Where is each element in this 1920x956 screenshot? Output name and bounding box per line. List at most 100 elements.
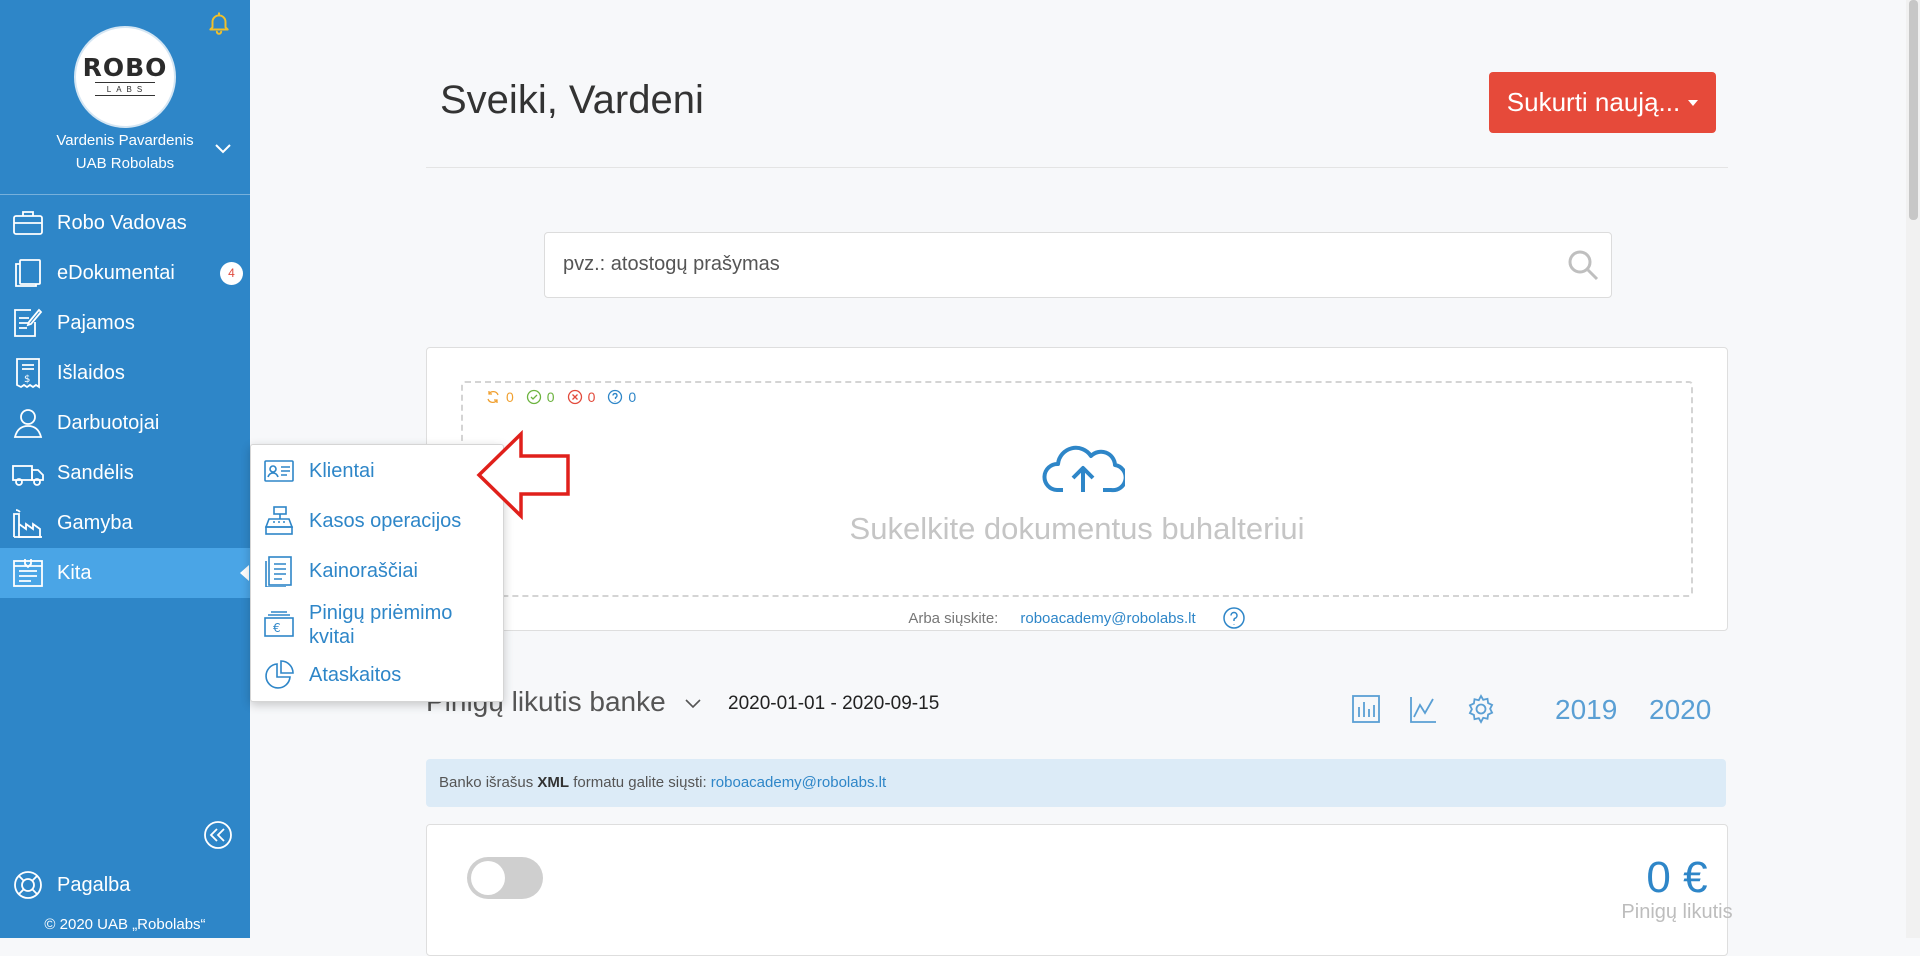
stat-rejected: 0 [567, 389, 596, 405]
page-title: Sveiki, Vardeni [440, 78, 704, 122]
question-circle-icon [608, 389, 623, 405]
caret-down-icon [1688, 99, 1699, 106]
lifebuoy-icon [14, 871, 42, 899]
stat-value: 0 [628, 389, 637, 405]
stat-unknown: 0 [607, 389, 636, 405]
stat-value: 0 [587, 389, 596, 405]
email-prefix: Arba siųskite: [908, 609, 999, 627]
sync-icon [487, 390, 499, 404]
balance-card: 0 € Pinigų likutis [426, 824, 1733, 956]
receipt-icon: $ [16, 358, 40, 389]
chevron-down-icon[interactable] [682, 692, 704, 714]
sidebar-item-label: Kita [57, 561, 92, 584]
sidebar-item-darbuotojai[interactable]: Darbuotojai [0, 398, 250, 448]
search-input[interactable]: pvz.: atostogų prašymas [544, 232, 1612, 298]
sidebar-divider [0, 194, 250, 195]
submenu-item-klientai[interactable]: Klientai [251, 451, 503, 491]
upload-stats: 0 0 0 0 [485, 389, 648, 405]
chevron-down-icon[interactable] [212, 140, 234, 158]
cloud-upload-icon [1042, 445, 1125, 493]
check-circle-icon [526, 389, 541, 405]
info-banner: Banko išrašus XML formatu galite siųsti:… [426, 759, 1726, 807]
logo-text-bottom: LABS [95, 82, 155, 96]
submenu-label: Pinigų priėmimo kvitai [309, 602, 453, 648]
balance-value: 0 € [1646, 853, 1708, 902]
cash-register-icon [264, 506, 294, 535]
tray-icon [13, 559, 43, 587]
logo-text-top: ROBO [82, 53, 168, 82]
submenu-item-kasos-operacijos[interactable]: Kasos operacijos [251, 501, 503, 541]
copyright: © 2020 UAB „Robolabs“ [44, 916, 206, 933]
submenu-label: Ataskaitos [309, 664, 402, 686]
bell-icon[interactable] [206, 10, 232, 36]
line-chart-icon[interactable] [1408, 694, 1438, 724]
documents-icon [15, 259, 41, 287]
balance-toggle[interactable] [467, 857, 543, 899]
create-new-label: Sukurti naują... [1506, 87, 1681, 117]
company-logo: ROBO LABS [74, 26, 176, 128]
year-2020[interactable]: 2020 [1649, 694, 1711, 726]
kita-submenu: Klientai Kasos operacijos Kainoraščiai €… [250, 444, 504, 702]
factory-icon [13, 509, 42, 538]
help-label: Pagalba [57, 873, 131, 896]
page-scrollbar[interactable] [1906, 0, 1920, 938]
sidebar-item-islaidos[interactable]: $ Išlaidos [0, 348, 250, 398]
create-new-button[interactable]: Sukurti naują... [1489, 72, 1716, 133]
help-link[interactable]: Pagalba [0, 862, 130, 908]
x-circle-icon [567, 389, 582, 405]
balance-label: Pinigų likutis [1621, 901, 1733, 923]
question-circle-icon[interactable] [1222, 606, 1246, 630]
search-icon[interactable] [1567, 249, 1599, 281]
sidebar-item-pajamos[interactable]: Pajamos [0, 298, 250, 348]
active-caret [240, 565, 249, 581]
stat-processing: 0 [485, 389, 514, 405]
sidebar-item-edokumentai[interactable]: eDokumentai 4 [0, 248, 250, 298]
bar-chart-icon[interactable] [1351, 694, 1381, 724]
sidebar-item-sandelis[interactable]: Sandėlis [0, 448, 250, 498]
email-line: Arba siųskite: roboacademy@robolabs.lt [427, 606, 1727, 630]
pie-chart-icon [265, 660, 294, 689]
info-prefix: Banko išrašus [439, 774, 534, 791]
sidebar-item-label: Darbuotojai [57, 411, 160, 434]
sidebar-item-robo-vadovas[interactable]: Robo Vadovas [0, 198, 250, 248]
toggle-knob [471, 861, 505, 895]
stat-value: 0 [546, 389, 555, 405]
submenu-item-pinigu-priemimo-kvitai[interactable]: € Pinigų priėmimo kvitai [251, 599, 503, 651]
upload-email-link[interactable]: roboacademy@robolabs.lt [1020, 610, 1195, 627]
svg-text:$: $ [24, 374, 30, 385]
notification-badge: 4 [220, 262, 243, 285]
upload-prompt: Sukelkite dokumentus buhalteriui [849, 511, 1305, 546]
svg-text:€: € [273, 621, 281, 635]
price-list-icon [265, 556, 292, 587]
gear-icon[interactable] [1466, 694, 1496, 724]
info-bold: XML [537, 774, 570, 791]
contact-card-icon [264, 460, 294, 482]
submenu-item-ataskaitos[interactable]: Ataskaitos [251, 655, 503, 695]
submenu-label: Klientai [309, 460, 375, 482]
euro-receipt-icon: € [264, 611, 294, 637]
submenu-item-kainorasciai[interactable]: Kainoraščiai [251, 551, 503, 591]
sidebar: ROBO LABS Vardenis Pavardenis UAB Robola… [0, 0, 250, 938]
submenu-label: Kasos operacijos [309, 510, 462, 532]
sidebar-item-label: Išlaidos [57, 361, 125, 384]
red-arrow-annotation [476, 430, 570, 520]
invoice-edit-icon [14, 308, 43, 337]
scrollbar-thumb[interactable] [1909, 0, 1918, 220]
sidebar-item-label: Sandėlis [57, 461, 134, 484]
date-range[interactable]: 2020-01-01 - 2020-09-15 [728, 693, 939, 715]
person-icon [13, 409, 43, 438]
stat-value: 0 [506, 389, 514, 405]
year-2019[interactable]: 2019 [1555, 694, 1617, 726]
sidebar-item-kita[interactable]: Kita [0, 548, 250, 598]
submenu-label: Kainoraščiai [309, 560, 418, 582]
info-email-link[interactable]: roboacademy@robolabs.lt [711, 774, 886, 791]
upload-dropzone[interactable]: 0 0 0 0 Sukelkite dokumentus buhalteriui [461, 381, 1693, 597]
upload-card: 0 0 0 0 Sukelkite dokumentus buhalteriui… [426, 347, 1728, 631]
sidebar-item-label: eDokumentai [57, 261, 175, 284]
search-placeholder: pvz.: atostogų prašymas [563, 253, 780, 275]
stat-accepted: 0 [526, 389, 555, 405]
collapse-sidebar-icon[interactable] [203, 820, 233, 850]
sidebar-item-label: Pajamos [57, 311, 135, 334]
briefcase-icon [13, 211, 43, 235]
sidebar-item-gamyba[interactable]: Gamyba [0, 498, 250, 548]
